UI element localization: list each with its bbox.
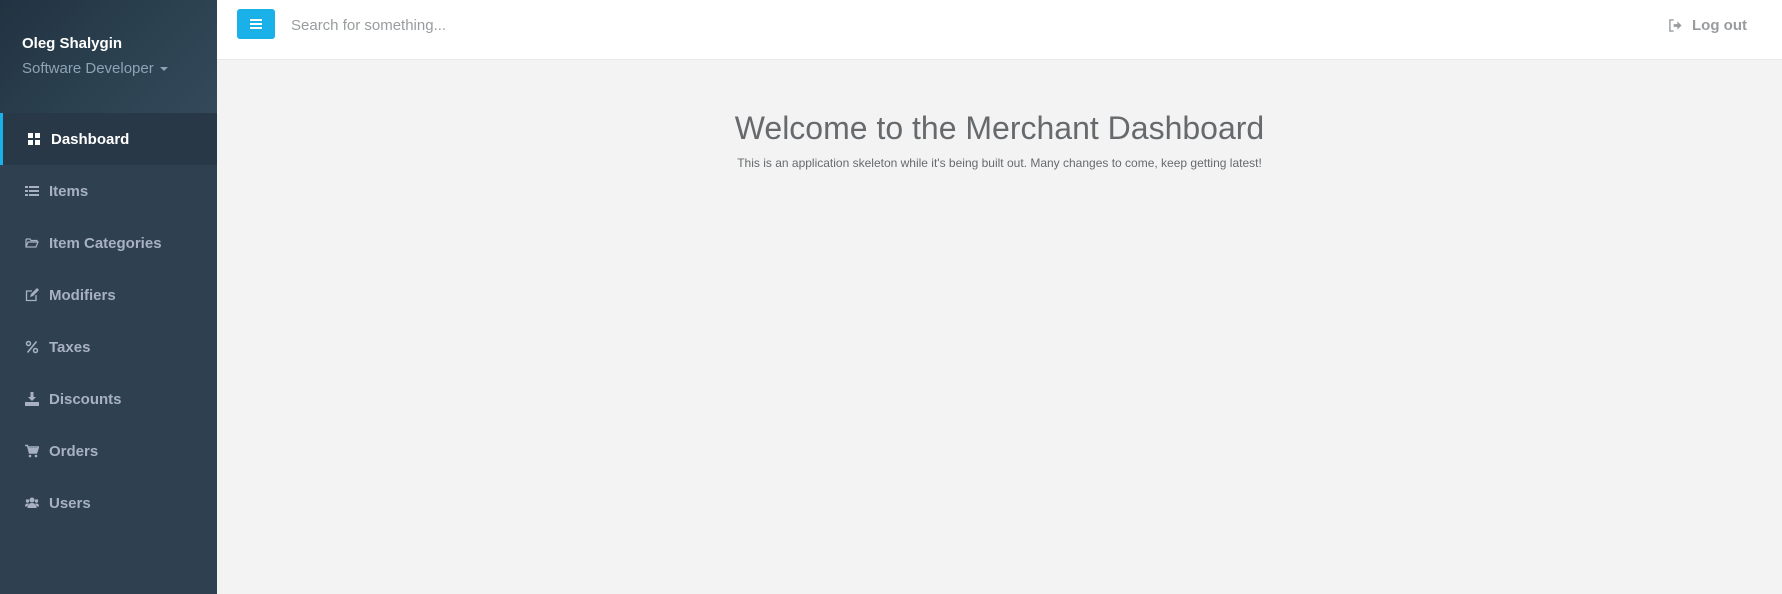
hamburger-icon <box>250 19 262 29</box>
sidebar-item-users[interactable]: Users <box>0 477 217 529</box>
sidebar-item-item-categories[interactable]: Item Categories <box>0 217 217 269</box>
logout-button[interactable]: Log out <box>1669 17 1747 34</box>
users-icon <box>25 496 39 510</box>
sidebar-item-label: Taxes <box>49 338 91 356</box>
sidebar-item-taxes[interactable]: Taxes <box>0 321 217 373</box>
percent-icon <box>25 340 39 354</box>
list-icon <box>25 184 39 198</box>
sidebar-item-items[interactable]: Items <box>0 165 217 217</box>
page-title: Welcome to the Merchant Dashboard <box>734 110 1265 146</box>
sidebar-item-label: Dashboard <box>51 130 130 148</box>
sidebar-item-label: Item Categories <box>49 234 162 252</box>
sidebar-item-label: Users <box>49 494 91 512</box>
page-subtitle: This is an application skeleton while it… <box>737 156 1262 170</box>
logout-label: Log out <box>1692 17 1747 34</box>
sidebar-item-label: Modifiers <box>49 286 116 304</box>
main-content: Welcome to the Merchant Dashboard This i… <box>217 60 1782 594</box>
search-input[interactable] <box>291 12 891 38</box>
folder-open-icon <box>25 236 39 250</box>
sidebar-item-label: Discounts <box>49 390 122 408</box>
sidebar-item-dashboard[interactable]: Dashboard <box>0 113 217 165</box>
caret-down-icon <box>159 67 168 71</box>
cart-icon <box>25 444 39 458</box>
sidebar-nav: Dashboard Items Item Categories Modifier… <box>0 113 217 529</box>
top-navbar: Log out <box>217 0 1782 60</box>
edit-icon <box>25 288 39 302</box>
sidebar-item-orders[interactable]: Orders <box>0 425 217 477</box>
sidebar-item-discounts[interactable]: Discounts <box>0 373 217 425</box>
toggle-sidebar-button[interactable] <box>237 9 275 39</box>
user-name: Oleg Shalygin <box>22 35 123 52</box>
user-role-dropdown[interactable]: Software Developer <box>22 60 168 78</box>
app-window: Oleg Shalygin Software Developer Dashboa… <box>0 0 1782 594</box>
user-profile: Oleg Shalygin Software Developer <box>0 0 217 113</box>
sidebar-item-label: Items <box>49 182 89 200</box>
sidebar-item-modifiers[interactable]: Modifiers <box>0 269 217 321</box>
user-role: Software Developer <box>22 60 154 77</box>
sidebar: Oleg Shalygin Software Developer Dashboa… <box>0 0 217 594</box>
download-icon <box>25 392 39 406</box>
sign-out-icon <box>1669 19 1682 32</box>
dashboard-icon <box>27 132 41 146</box>
sidebar-item-label: Orders <box>49 442 99 460</box>
